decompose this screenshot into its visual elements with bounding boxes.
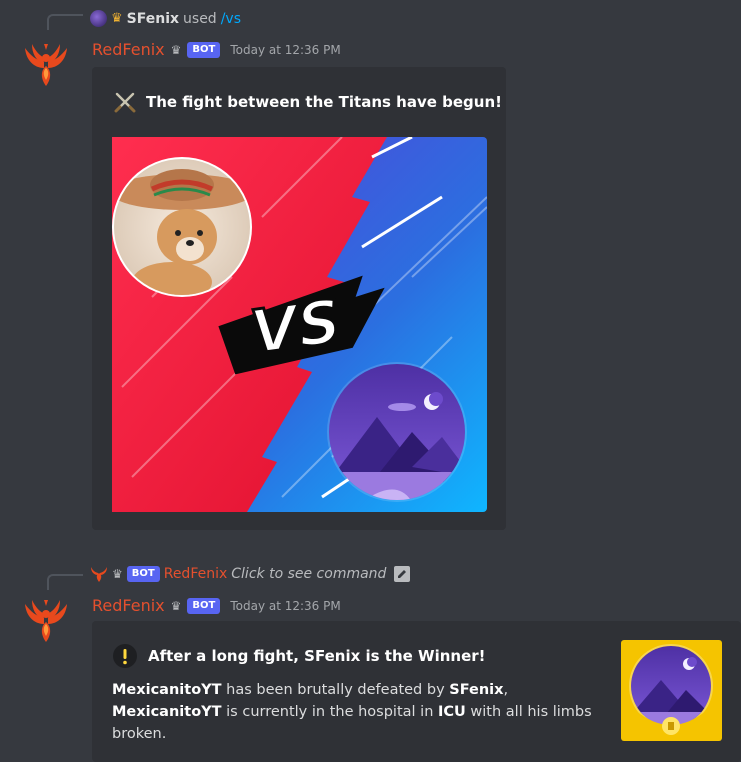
embed-description: MexicanitoYT has been brutally defeated … <box>112 679 602 745</box>
reply-preview[interactable]: ♛ BOT RedFenix Click to see command <box>90 565 411 583</box>
desc-text-1: has been brutally defeated by <box>221 682 450 698</box>
crown-icon: ♛ <box>170 598 182 613</box>
reply-username[interactable]: RedFenix <box>164 566 228 582</box>
vs-text: VS <box>247 287 346 369</box>
embed: After a long fight, SFenix is the Winner… <box>92 621 741 762</box>
sfenix-avatar[interactable] <box>90 10 107 27</box>
reply-connector <box>47 574 83 590</box>
embed-title-text: After a long fight, SFenix is the Winner… <box>148 647 486 665</box>
reply-preview[interactable]: ♛ SFenix used /vs <box>90 10 241 27</box>
click-to-see-command[interactable]: Click to see command <box>231 566 386 582</box>
bot-badge: BOT <box>126 566 160 582</box>
exclamation-icon <box>113 644 137 668</box>
author-name[interactable]: RedFenix <box>92 40 165 59</box>
winner-name: SFenix <box>449 682 504 698</box>
timestamp[interactable]: Today at 12:36 PM <box>230 43 340 57</box>
loser-name-2: MexicanitoYT <box>112 704 222 720</box>
winner-thumbnail[interactable] <box>621 640 722 741</box>
reply-username[interactable]: SFenix <box>127 11 179 27</box>
reply-used-text: used <box>183 10 217 27</box>
desc-text-2: is currently in the hospital in <box>221 704 438 720</box>
message-header: RedFenix ♛ BOT Today at 12:36 PM <box>92 40 341 59</box>
crown-icon: ♛ <box>111 11 123 26</box>
edit-icon[interactable] <box>394 566 411 582</box>
embed-title: The fight between the Titans have begun! <box>114 91 502 113</box>
crossed-swords-icon <box>114 92 136 113</box>
message-header: RedFenix ♛ BOT Today at 12:36 PM <box>92 596 341 615</box>
vs-image[interactable]: VS <box>112 137 487 512</box>
slash-command[interactable]: /vs <box>221 11 241 27</box>
embed-title: After a long fight, SFenix is the Winner… <box>112 643 485 669</box>
desc-text-3: with all his limbs <box>465 704 592 720</box>
desc-text-4: broken. <box>112 726 167 742</box>
author-name[interactable]: RedFenix <box>92 596 165 615</box>
loser-name: MexicanitoYT <box>112 682 222 698</box>
redfenix-avatar[interactable] <box>22 40 70 88</box>
desc-punct: , <box>503 682 509 698</box>
embed-title-text: The fight between the Titans have begun! <box>146 93 502 111</box>
reply-connector <box>47 14 83 30</box>
bot-badge: BOT <box>187 41 221 58</box>
crown-icon: ♛ <box>170 42 182 57</box>
redfenix-mini-avatar[interactable] <box>90 565 108 583</box>
embed: The fight between the Titans have begun! <box>92 67 506 530</box>
ward-name: ICU <box>438 704 466 720</box>
timestamp[interactable]: Today at 12:36 PM <box>230 599 340 613</box>
bot-badge: BOT <box>187 597 221 614</box>
redfenix-avatar[interactable] <box>22 596 70 644</box>
crown-icon: ♛ <box>112 567 123 581</box>
